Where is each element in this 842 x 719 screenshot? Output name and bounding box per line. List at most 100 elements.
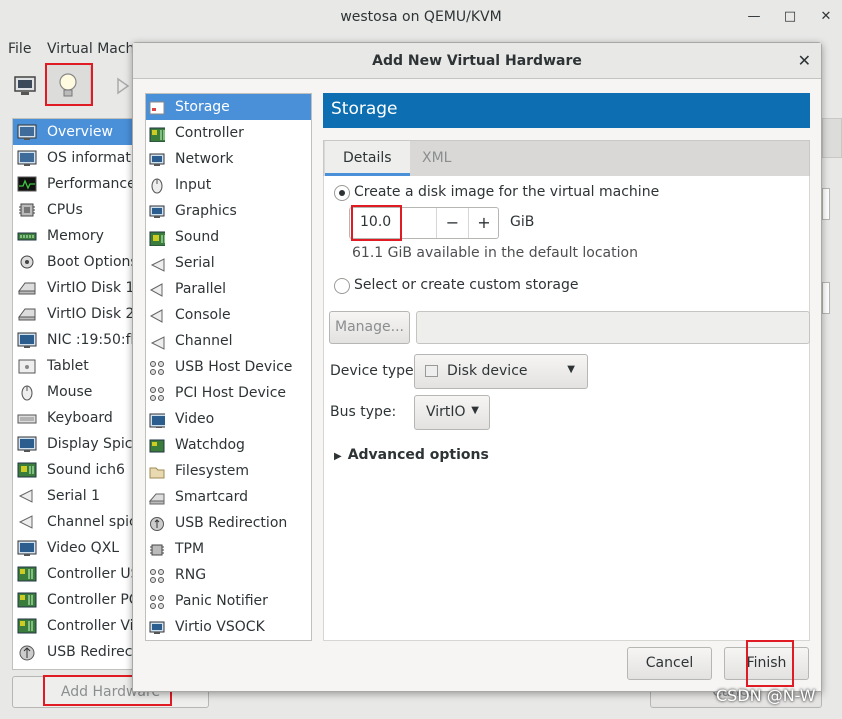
channel-icon: [149, 333, 165, 350]
controller-icon: [17, 565, 37, 583]
list-item[interactable]: Channel spice: [13, 509, 139, 535]
item-label: Panic Notifier: [175, 593, 268, 609]
item-label: Watchdog: [175, 437, 245, 453]
item-label: Channel: [175, 333, 233, 349]
list-item[interactable]: Keyboard: [13, 405, 139, 431]
monitor-icon: [14, 76, 36, 95]
list-item[interactable]: OS informatio: [13, 145, 139, 171]
dialog-title: Add New Virtual Hardware: [133, 43, 821, 79]
hardware-type-item[interactable]: Controller: [146, 120, 311, 146]
decrement-button[interactable]: −: [436, 208, 468, 238]
input-icon: [149, 177, 165, 194]
serial-icon: [17, 487, 37, 505]
list-item[interactable]: Memory: [13, 223, 139, 249]
list-item[interactable]: Serial 1: [13, 483, 139, 509]
console-icon: [149, 307, 165, 323]
hardware-type-item[interactable]: Sound: [146, 224, 311, 250]
background-field: [822, 282, 830, 314]
list-item[interactable]: USB Redirect: [13, 639, 139, 665]
item-label: Video: [175, 411, 215, 427]
list-item[interactable]: Display Spice: [13, 431, 139, 457]
expander-arrow-icon: ▶: [334, 451, 342, 462]
custom-storage-path-input[interactable]: [416, 311, 810, 344]
hardware-type-item[interactable]: Filesystem: [146, 458, 311, 484]
item-label: Graphics: [175, 203, 237, 219]
tab-details[interactable]: Details: [325, 141, 410, 176]
hardware-type-item[interactable]: Parallel: [146, 276, 311, 302]
tablet-icon: [17, 357, 37, 375]
increment-button[interactable]: +: [468, 208, 499, 238]
hardware-type-item[interactable]: Serial: [146, 250, 311, 276]
manage-button[interactable]: Manage...: [329, 311, 410, 344]
filesystem-icon: [149, 463, 165, 479]
hardware-type-item[interactable]: Storage: [146, 94, 311, 120]
list-item[interactable]: Mouse: [13, 379, 139, 405]
hardware-type-item[interactable]: USB Host Device: [146, 354, 311, 380]
list-item[interactable]: Video QXL: [13, 535, 139, 561]
cpu-icon: [17, 201, 37, 219]
console-view-button[interactable]: [2, 64, 48, 106]
watermark: CSDN @N-W: [716, 686, 816, 705]
network-icon: [149, 151, 165, 167]
list-item[interactable]: Controller Vir: [13, 613, 139, 639]
item-label: Overview: [47, 124, 113, 140]
finish-highlight: [746, 640, 794, 687]
list-item[interactable]: Overview: [13, 119, 139, 145]
list-item[interactable]: CPUs: [13, 197, 139, 223]
window-titlebar: westosa on QEMU/KVM: [0, 0, 842, 34]
usb-host-icon: [149, 359, 165, 375]
custom-storage-radio[interactable]: [334, 278, 350, 294]
disk-icon: [17, 279, 37, 297]
hardware-type-item[interactable]: TPM: [146, 536, 311, 562]
list-item[interactable]: NIC :19:50:fb: [13, 327, 139, 353]
item-label: RNG: [175, 567, 207, 583]
add-hardware-dialog: Add New Virtual Hardware ✕ Storage Contro…: [132, 42, 822, 692]
item-label: Memory: [47, 228, 104, 244]
hardware-type-item[interactable]: Channel: [146, 328, 311, 354]
rng-icon: [149, 567, 165, 583]
custom-storage-label: Select or create custom storage: [354, 277, 579, 293]
hardware-type-item[interactable]: Video: [146, 406, 311, 432]
performance-icon: [17, 175, 37, 193]
cancel-button[interactable]: Cancel: [627, 647, 712, 680]
hardware-type-list: Storage Controller Network Input Graphics Sou…: [145, 93, 312, 641]
device-type-dropdown[interactable]: Disk device ▼: [414, 354, 588, 389]
item-label: VirtIO Disk 2: [47, 306, 135, 322]
list-item[interactable]: Controller PC: [13, 587, 139, 613]
list-item[interactable]: Controller US: [13, 561, 139, 587]
hardware-type-item[interactable]: RNG: [146, 562, 311, 588]
panic-notifier-icon: [149, 593, 165, 609]
menu-file[interactable]: File: [8, 41, 31, 57]
hardware-type-item[interactable]: PCI Host Device: [146, 380, 311, 406]
minimize-button[interactable]: —: [742, 0, 766, 34]
create-disk-radio[interactable]: [334, 185, 350, 201]
hardware-type-item[interactable]: Graphics: [146, 198, 311, 224]
tab-xml[interactable]: XML: [404, 141, 469, 176]
channel-icon: [17, 513, 37, 531]
lightbulb-highlight: [45, 63, 93, 106]
window-close-button[interactable]: ✕: [814, 0, 838, 34]
hardware-type-item[interactable]: Network: [146, 146, 311, 172]
hardware-type-item[interactable]: Panic Notifier: [146, 588, 311, 614]
hardware-type-item[interactable]: Watchdog: [146, 432, 311, 458]
list-item[interactable]: Performance: [13, 171, 139, 197]
maximize-button[interactable]: □: [778, 0, 802, 34]
run-button[interactable]: [104, 64, 134, 106]
list-item[interactable]: VirtIO Disk 2: [13, 301, 139, 327]
hardware-type-item[interactable]: Virtio VSOCK: [146, 614, 311, 640]
hardware-type-item[interactable]: Smartcard: [146, 484, 311, 510]
advanced-options-expander[interactable]: ▶ Advanced options: [334, 447, 489, 463]
hardware-type-item[interactable]: Console: [146, 302, 311, 328]
hardware-type-item[interactable]: USB Redirection: [146, 510, 311, 536]
list-item[interactable]: Tablet: [13, 353, 139, 379]
item-label: USB Host Device: [175, 359, 293, 375]
bus-type-dropdown[interactable]: VirtIO ▼: [414, 395, 490, 430]
list-item[interactable]: Boot Options: [13, 249, 139, 275]
hardware-type-item[interactable]: Input: [146, 172, 311, 198]
item-label: Sound ich6: [47, 462, 125, 478]
list-item[interactable]: VirtIO Disk 1: [13, 275, 139, 301]
list-item[interactable]: Sound ich6: [13, 457, 139, 483]
dialog-close-button[interactable]: ✕: [798, 43, 811, 79]
mouse-icon: [17, 383, 37, 401]
menu-virtual-machine[interactable]: Virtual Machi: [47, 41, 138, 57]
